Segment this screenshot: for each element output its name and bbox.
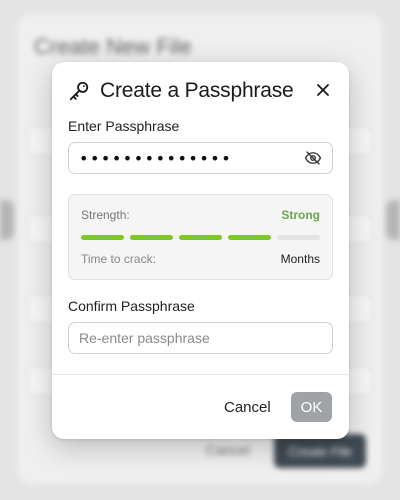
close-icon (317, 84, 329, 96)
close-button[interactable] (311, 78, 335, 102)
background-window-title: Create New File (34, 34, 192, 59)
strength-segment (228, 235, 271, 240)
ok-button[interactable]: OK (291, 392, 332, 422)
strength-row: Strength: Strong (81, 208, 320, 222)
key-icon (68, 79, 92, 103)
strength-segment (277, 235, 320, 240)
background-edge (386, 200, 400, 240)
passphrase-input[interactable]: •••••••••••••• (68, 142, 333, 174)
crack-time-row: Time to crack: Months (81, 252, 320, 266)
footer-divider (52, 374, 349, 375)
eye-off-icon[interactable] (304, 149, 322, 167)
strength-meter (81, 235, 320, 240)
passphrase-value: •••••••••••••• (79, 148, 233, 168)
cancel-button[interactable]: Cancel (220, 393, 275, 421)
background-cancel-button: Cancel (206, 442, 250, 458)
strength-panel: Strength: Strong Time to crack: Months (68, 194, 333, 280)
confirm-passphrase-label: Confirm Passphrase (68, 298, 195, 314)
strength-value: Strong (281, 208, 320, 222)
background-edge (0, 200, 14, 240)
strength-segment (130, 235, 173, 240)
crack-time-value: Months (280, 252, 320, 266)
dialog-header: Create a Passphrase (68, 76, 337, 106)
passphrase-label: Enter Passphrase (68, 118, 180, 134)
crack-time-label: Time to crack: (81, 252, 156, 266)
dialog-title: Create a Passphrase (100, 79, 294, 102)
strength-segment (81, 235, 124, 240)
strength-segment (179, 235, 222, 240)
confirm-passphrase-input[interactable] (68, 322, 333, 354)
passphrase-dialog: Create a Passphrase Enter Passphrase •••… (52, 62, 349, 439)
strength-label: Strength: (81, 208, 130, 222)
background-create-button: Create File (274, 434, 366, 468)
